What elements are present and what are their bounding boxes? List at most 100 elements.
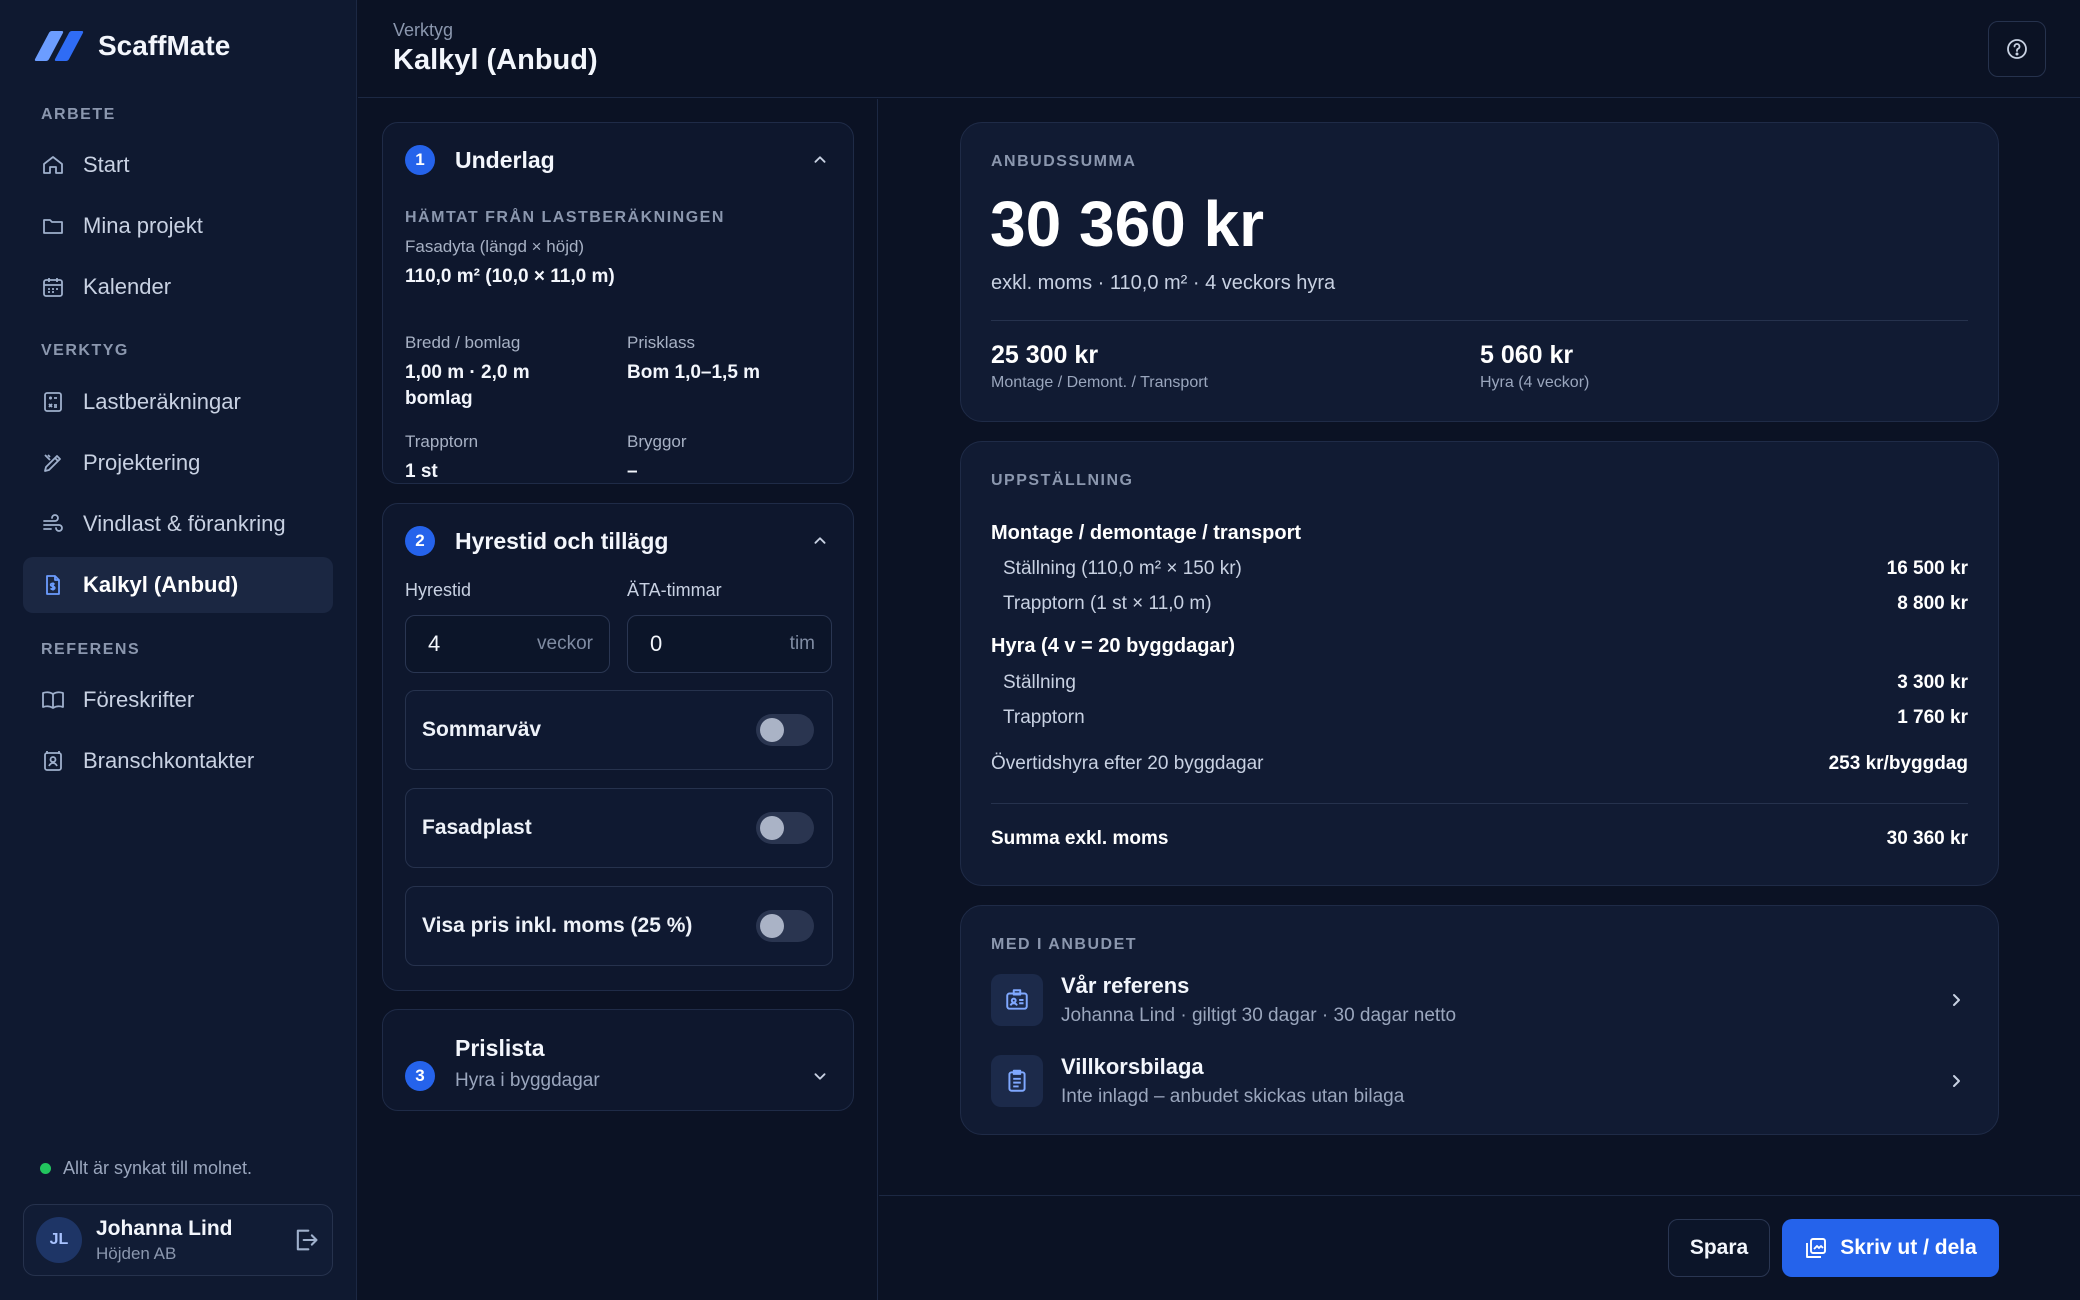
sidebar-item-kalkyl[interactable]: Kalkyl (Anbud) [23, 557, 333, 613]
fasadplast-toggle[interactable] [756, 812, 814, 844]
sidebar-item-start[interactable]: Start [23, 137, 333, 193]
user-card[interactable]: JL Johanna Lind Höjden AB [23, 1204, 333, 1276]
bryggor-value: – [627, 461, 638, 482]
hyra-label: Hyra (4 veckor) [1480, 374, 1590, 391]
prislista-title: Prislista [455, 1035, 545, 1061]
underlag-header[interactable]: 1 Underlag [405, 145, 831, 175]
chevron-up-icon[interactable] [809, 530, 831, 552]
wind-icon [43, 514, 63, 532]
total-amount: 30 360 kr [990, 188, 1265, 260]
help-icon [2007, 39, 2027, 59]
hyrestid-header[interactable]: 2 Hyrestid och tillägg [405, 526, 831, 556]
page-title: Kalkyl (Anbud) [393, 44, 598, 76]
line-row-trapptorn-montage: Trapptorn (1 st × 11,0 m) 8 800 kr [1003, 593, 1968, 615]
prisklass-label: Prisklass [627, 333, 696, 352]
sidebar-item-label: Start [83, 152, 130, 177]
sidebar-item-label: Kalkyl (Anbud) [83, 572, 239, 597]
line-row-trapptorn-hyra: Trapptorn 1 760 kr [1003, 707, 1968, 729]
hyra-value: 5 060 kr [1480, 341, 1574, 369]
attachment-title: Vår referens [1061, 973, 1190, 998]
sidebar-item-vindlast[interactable]: Vindlast & förankring [23, 496, 333, 552]
hyrestid-value: 4 [428, 631, 441, 656]
sidebar-item-mina-projekt[interactable]: Mina projekt [23, 198, 333, 254]
sum-value: 30 360 kr [1886, 828, 1968, 849]
toggle-row-fasadplast[interactable]: Fasadplast [405, 788, 833, 868]
ata-input[interactable]: 0 tim [627, 615, 832, 673]
bredd-value-line1: 1,00 m · 2,0 m [405, 362, 530, 383]
breakdown-card: UPPSTÄLLNING Montage / demontage / trans… [960, 441, 1999, 886]
user-company: Höjden AB [96, 1243, 177, 1263]
prislista-header[interactable]: 3 Prislista Hyra i byggdagar [405, 1035, 831, 1092]
divider [991, 320, 1968, 321]
toggle-label: Fasadplast [422, 816, 532, 839]
fasadyta-label: Fasadyta (längd × höjd) [405, 237, 585, 256]
line-row-overtime: Övertidshyra efter 20 byggdagar 253 kr/b… [991, 753, 1968, 775]
moms-toggle[interactable] [756, 910, 814, 942]
sum-label: Summa exkl. moms [991, 828, 1169, 849]
clipboard-icon [991, 1055, 1043, 1107]
attachment-row-referens[interactable]: Vår referens Johanna Lind · giltigt 30 d… [991, 970, 1968, 1030]
sync-status-text: Allt är synkat till molnet. [63, 1158, 253, 1178]
line-value: 1 760 kr [1897, 707, 1968, 728]
prisklass-value: Bom 1,0–1,5 m [627, 362, 761, 383]
chevron-down-icon[interactable] [809, 1065, 831, 1087]
sync-dot-icon [40, 1163, 51, 1174]
sidebar-item-foreskrifter[interactable]: Föreskrifter [23, 672, 333, 728]
logout-icon[interactable] [292, 1226, 320, 1254]
step-number: 1 [405, 145, 435, 175]
folder-icon [43, 219, 63, 234]
sidebar-item-label: Branschkontakter [83, 748, 255, 773]
chevron-right-icon [1953, 1075, 1960, 1087]
sidebar-item-kalender[interactable]: Kalender [23, 259, 333, 315]
line-value: 16 500 kr [1886, 558, 1968, 579]
ata-unit: tim [789, 633, 815, 654]
chevron-up-icon[interactable] [809, 149, 831, 171]
sidebar-item-branschkontakter[interactable]: Branschkontakter [23, 733, 333, 789]
contacts-icon [44, 751, 62, 771]
hyrestid-input[interactable]: 4 veckor [405, 615, 610, 673]
action-footer: Spara Skriv ut / dela [879, 1195, 2080, 1300]
sidebar-item-lastberakningar[interactable]: Lastberäkningar [23, 374, 333, 430]
toggle-row-moms[interactable]: Visa pris inkl. moms (25 %) [405, 886, 833, 966]
hyrestid-label: Hyrestid [405, 580, 472, 600]
step-number: 3 [405, 1060, 435, 1091]
line-label: Övertidshyra efter 20 byggdagar [991, 753, 1264, 774]
prislista-card[interactable]: 3 Prislista Hyra i byggdagar [382, 1009, 854, 1111]
line-label: Trapptorn [1003, 707, 1085, 728]
ata-value: 0 [650, 631, 663, 656]
step-number: 2 [405, 526, 435, 556]
toggle-row-sommarvav[interactable]: Sommarväv [405, 690, 833, 770]
print-gallery-icon [1806, 1238, 1827, 1258]
group-montage: Montage / demontage / transport [991, 522, 1302, 544]
calendar-icon [43, 278, 63, 297]
sidebar-item-projektering[interactable]: Projektering [23, 435, 333, 491]
save-button[interactable]: Spara [1668, 1219, 1770, 1277]
sommarvav-toggle[interactable] [756, 714, 814, 746]
group-hyra: Hyra (4 v = 20 byggdagar) [991, 635, 1235, 657]
avatar: JL [36, 1217, 82, 1263]
app-logo[interactable]: ScaffMate [34, 28, 230, 64]
underlag-card: 1 Underlag HÄMTAT FRÅN LASTBERÄKNINGEN F… [382, 122, 854, 484]
breadcrumb[interactable]: Verktyg [393, 20, 453, 41]
print-share-label: Skriv ut / dela [1840, 1236, 1977, 1259]
chevron-right-icon [1953, 994, 1960, 1006]
total-detail: exkl. moms · 110,0 m² · 4 veckors hyra [991, 272, 1336, 294]
underlag-subtitle: HÄMTAT FRÅN LASTBERÄKNINGEN [405, 209, 725, 226]
nav-section-verktyg: VERKTYG [41, 342, 129, 359]
trapptorn-value: 1 st [405, 461, 438, 482]
attachments-card: MED I ANBUDET Vår referens Johanna Lind … [960, 905, 1999, 1135]
sync-status: Allt är synkat till molnet. [40, 1158, 252, 1179]
help-button[interactable] [1988, 21, 2046, 77]
breakdown-eyebrow: UPPSTÄLLNING [991, 472, 1134, 489]
toggle-label: Visa pris inkl. moms (25 %) [422, 914, 693, 937]
attachment-title: Villkorsbilaga [1061, 1054, 1204, 1079]
print-share-button[interactable]: Skriv ut / dela [1782, 1219, 1999, 1277]
sidebar-item-label: Kalender [83, 274, 172, 299]
attachment-row-villkor[interactable]: Villkorsbilaga Inte inlagd – anbudet ski… [991, 1051, 1968, 1111]
user-name: Johanna Lind [96, 1216, 233, 1240]
line-row-stallning-montage: Ställning (110,0 m² × 150 kr) 16 500 kr [1003, 558, 1968, 580]
sidebar-item-label: Mina projekt [83, 213, 203, 238]
drafting-icon [44, 454, 61, 472]
nav-section-referens: REFERENS [41, 641, 141, 658]
id-card-icon [991, 974, 1043, 1026]
